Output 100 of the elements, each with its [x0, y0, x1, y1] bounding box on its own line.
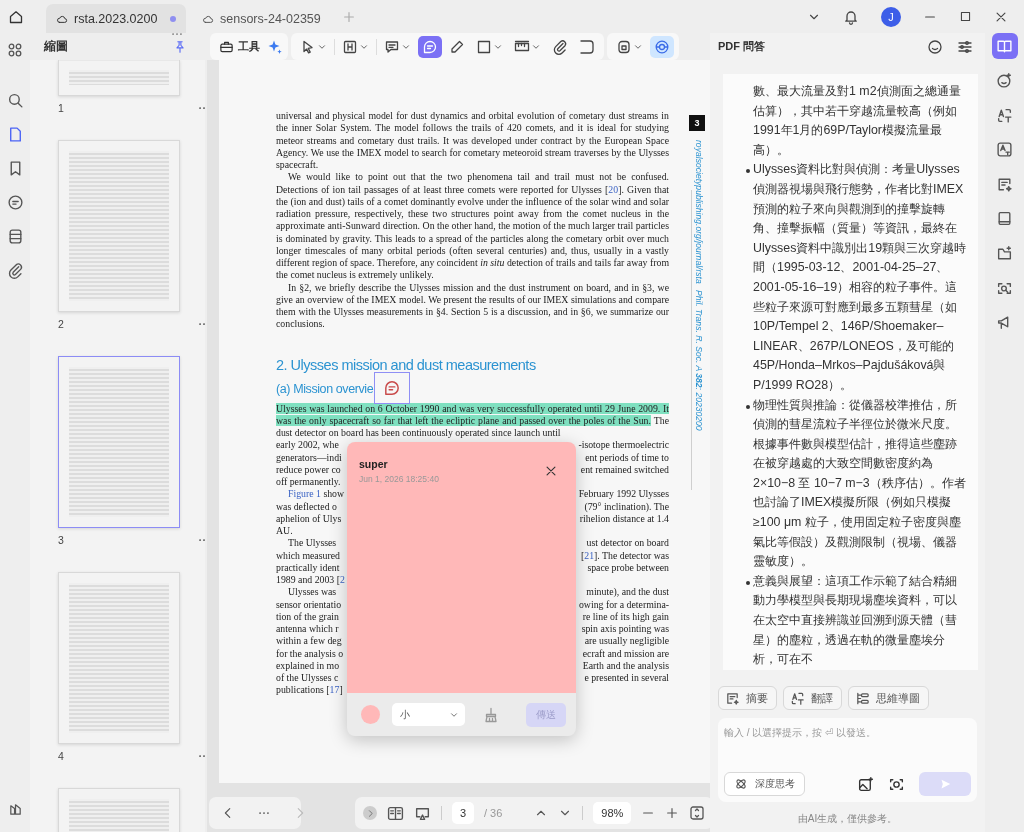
translate-icon[interactable]	[996, 106, 1013, 124]
layers-icon[interactable]	[6, 227, 24, 245]
summary-icon[interactable]	[996, 175, 1013, 193]
note-author: super	[359, 458, 389, 470]
page-number: 1	[58, 102, 64, 114]
rectangle-icon	[476, 38, 492, 55]
history-icon[interactable]	[927, 38, 943, 55]
logo-icon[interactable]	[7, 801, 23, 817]
text-line-fragment: antenna which r	[276, 623, 339, 636]
document-tab[interactable]: sensors-24-02359	[192, 4, 332, 33]
close-icon[interactable]	[544, 464, 558, 478]
text-line-fragment: -isotope thermoelectric	[578, 439, 669, 452]
settings-icon[interactable]	[957, 38, 973, 55]
text-line-fragment: owing for a determina-	[578, 598, 669, 611]
page-total: / 36	[484, 807, 503, 819]
translate-box-icon[interactable]	[996, 141, 1013, 159]
text-line-fragment: for the analysis o	[276, 647, 344, 660]
note-marker-icon[interactable]	[383, 379, 401, 397]
citation-link[interactable]: 20	[608, 183, 619, 195]
home-icon[interactable]	[8, 8, 24, 25]
translate-icon	[790, 690, 805, 706]
zoom-field[interactable]: 98%	[593, 802, 632, 824]
user-avatar[interactable]: J	[881, 6, 901, 27]
text-line-fragment: are usually negligible	[584, 635, 669, 648]
paperclip-icon[interactable]	[6, 261, 24, 279]
text-line-fragment: publications [17]	[276, 684, 343, 697]
smiley-sparkle-icon[interactable]	[996, 72, 1013, 90]
prompt-field[interactable]: 輸入 / 以選擇提示，按 ⏎ 以發送。	[724, 724, 971, 772]
quick-action-button[interactable]: 翻譯	[783, 686, 842, 710]
text-line-fragment: generators—indi	[276, 451, 342, 464]
text-line-fragment: within a few deg	[276, 635, 342, 648]
text-line-fragment: tion of the grain	[276, 610, 339, 623]
body-paragraph: In §2, we briefly describe the Ulysses mission and the dust instrument on board, and in §3, we give an overview of the IMEX model. We present the results of our IMEX simulations and compare them with the Ulysses measurements in §4. Section 5 is a discussion, and in §6, we summarize our conclusions.	[276, 281, 669, 331]
deep-think-button[interactable]: 深度思考	[724, 772, 805, 796]
pen-icon	[449, 38, 465, 55]
text-line-fragment: e presented in several	[584, 672, 669, 685]
toolbox-icon	[219, 39, 234, 54]
quick-action-button[interactable]: 思維導圖	[848, 686, 929, 710]
zoom-in-icon[interactable]	[665, 806, 680, 820]
text-line-fragment: ust detector on board	[586, 537, 669, 550]
text-line-fragment: reduce power co	[276, 463, 341, 476]
grid-icon[interactable]	[7, 42, 23, 58]
text-line-fragment: Ulysses was	[287, 586, 337, 599]
comment-icon	[384, 38, 400, 55]
quick-action-button[interactable]: 摘要	[718, 686, 777, 710]
note-icon	[422, 38, 438, 55]
answer-text: 物理性質與推論：從儀器校準推估，所偵測的彗星流粒子半徑位於微米尺度。根據事件數與模型估計，推得這些塵跡在被穿越處的大致空間數密度約為2×10−8 至 10−7 m−3（秩序估）。作者也討論了IMEX模擬所限（例如只模擬≥100 μm 粒子，使用固定粒子密度與塵氣比等假設）及觀測限制（視場、儀器靈敏度）。	[753, 397, 966, 569]
book-icon[interactable]	[996, 210, 1013, 228]
pointer-icon	[300, 38, 316, 55]
folder-plus-icon[interactable]	[996, 245, 1013, 263]
text-line-fragment: was deflected o	[276, 500, 337, 513]
image-add-icon[interactable]	[857, 775, 874, 793]
text-line-fragment: ent remained switched	[580, 463, 669, 476]
text-line-fragment: sensor orientatio	[276, 598, 342, 611]
body-paragraph: universal and physical model for dust dynamics and orbital evolution of cometary dust streams in the inner Solar System. The model follows the trails of 420 comets, and it is ideal for studying meteor streams and cometary dust trails. It was developed under contract by the European Space Agency. We use the IMEX model to search for cometary meteoroid stream traverses by the Ulysses spacecraft.	[276, 110, 669, 172]
prompt-box[interactable]: 輸入 / 以選擇提示，按 ⏎ 以發送。 深度思考	[718, 718, 977, 802]
unsaved-dot	[170, 15, 176, 22]
maximize-icon[interactable]	[959, 10, 972, 23]
text-line-fragment: February 1992 Ulysses	[578, 488, 669, 501]
color-swatch[interactable]	[361, 705, 380, 724]
page-number: 2	[58, 318, 64, 330]
book-icon[interactable]	[996, 37, 1013, 55]
answer-text: Ulysses資料比對與偵測：考量Ulysses偵測器視場與飛行態勢，作者比對IMEX預測的粒子來向與觀測到的撞擊旋轉角、撞擊振幅（質量）等資訊，最終在Ulysses資料中識別出19顆與三次穿越時間（1995-03-12、2001-04-25–27、2001-05-16–19）相容的粒子事件。這些粒子來源可對應到最多五顆彗星（如10P/Tempel 2、146P/Shoemaker–LINEAR、267P/LONEOS，及可能的45P/Honda–Mrkos–Pajdušáková與P/1999 RO28）。	[753, 162, 967, 392]
stamp-icon	[616, 38, 632, 55]
page-thumbnail[interactable]	[58, 356, 180, 528]
text-line-fragment: aphelion of Ulys	[276, 512, 342, 525]
subsection-heading: (a) Mission overvie	[276, 380, 374, 397]
tool-button[interactable]	[418, 35, 442, 58]
page-number-field[interactable]: 3	[452, 802, 474, 824]
two-page-icon[interactable]	[387, 804, 404, 822]
expand-button[interactable]	[363, 806, 377, 820]
tool-button[interactable]	[650, 35, 674, 58]
text-line-fragment: spin axis pointing was	[581, 623, 669, 636]
atom-icon	[734, 777, 748, 791]
citation-link[interactable]: 21	[584, 549, 595, 561]
comment-icon[interactable]	[6, 193, 24, 211]
section-heading: 2. Ulysses mission and dust measurements	[276, 355, 537, 374]
bullet-icon	[746, 580, 750, 585]
citation-link[interactable]: Figure 1	[288, 488, 321, 500]
text-line-fragment: AU.	[276, 525, 293, 538]
ai-icon	[654, 38, 670, 55]
size-select[interactable]: 小	[392, 703, 465, 726]
paperclip-icon	[552, 38, 568, 55]
selection-frame[interactable]	[374, 372, 410, 404]
search-icon[interactable]	[6, 91, 24, 109]
note-timestamp: Jun 1, 2026 18:25:40	[359, 474, 440, 484]
document-tab[interactable]: rsta.2023.0200	[46, 4, 186, 33]
text-line-fragment: re line of its high gain	[582, 610, 669, 623]
pin-icon[interactable]	[173, 39, 187, 54]
text-line-fragment: space probe between	[587, 561, 669, 574]
text-line-fragment: early 2002, whe	[276, 439, 339, 452]
panel-title: PDF 問答	[718, 39, 767, 54]
text-box-icon	[342, 38, 358, 55]
bell-icon[interactable]	[843, 8, 859, 25]
sidebar-title: 縮圖	[44, 39, 68, 54]
page-number: 3	[58, 534, 64, 546]
answer-text: 數、最大流量及對1 m2偵測面之總通量估算），其中若干穿越流量較高（例如1991年1月的69P/Taylor模擬流量最高）。	[753, 83, 962, 159]
text-line-fragment: of the Ulysses c	[276, 672, 339, 685]
text-line-fragment: (79° inclination). The	[584, 500, 669, 513]
fit-page-icon[interactable]	[689, 805, 706, 821]
